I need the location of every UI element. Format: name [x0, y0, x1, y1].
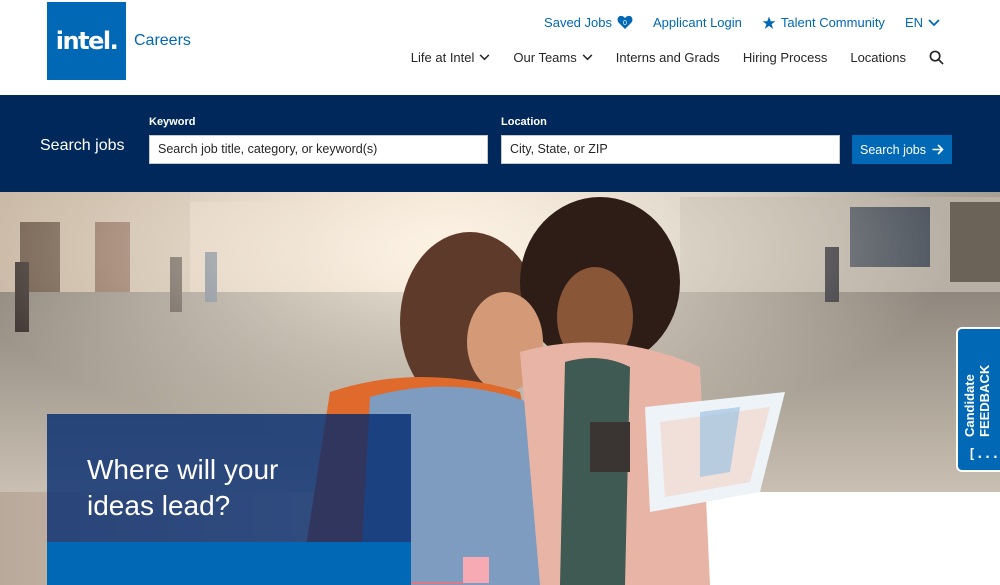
- feedback-icon: [...]: [968, 447, 1000, 462]
- location-input[interactable]: City, State, or ZIP: [501, 135, 840, 164]
- utility-nav: Saved Jobs 0 Applicant Login Talent Comm…: [544, 15, 940, 30]
- star-icon: [762, 16, 776, 29]
- feedback-line2: FEEDBACK: [977, 364, 992, 437]
- job-search-bar: Search jobs Keyword Search job title, ca…: [0, 95, 1000, 192]
- nav-label: Interns and Grads: [615, 50, 720, 65]
- hero-accent-bar: [47, 542, 411, 585]
- talent-community-label: Talent Community: [780, 15, 885, 30]
- nav-life-at-intel[interactable]: Life at Intel: [411, 50, 491, 65]
- search-jobs-button-label: Search jobs: [859, 142, 926, 157]
- saved-jobs-label: Saved Jobs: [544, 15, 612, 30]
- hero-title-line2: ideas lead?: [87, 490, 231, 521]
- search-jobs-button[interactable]: Search jobs: [852, 135, 952, 164]
- nav-our-teams[interactable]: Our Teams: [513, 50, 593, 65]
- nav-interns-and-grads[interactable]: Interns and Grads: [616, 50, 720, 65]
- chevron-down-icon: [479, 54, 490, 61]
- language-label: EN: [904, 15, 923, 30]
- language-selector[interactable]: EN: [905, 15, 940, 30]
- applicant-login-label: Applicant Login: [652, 15, 742, 30]
- chevron-down-icon: [582, 54, 593, 61]
- nav-label: Locations: [850, 50, 906, 65]
- location-label: Location: [501, 116, 547, 128]
- logo-text: intel.: [55, 27, 119, 55]
- feedback-label: Candidate FEEDBACK: [962, 365, 992, 437]
- site-header: intel. Careers Saved Jobs 0 Applicant Lo…: [0, 0, 1000, 95]
- feedback-line1: Candidate: [962, 374, 977, 437]
- nav-label: Our Teams: [513, 50, 577, 65]
- decorative-square: [463, 557, 489, 583]
- saved-jobs-count: 0: [623, 20, 627, 27]
- saved-jobs-link[interactable]: Saved Jobs 0: [544, 15, 633, 30]
- nav-label: Life at Intel: [410, 50, 475, 65]
- search-icon: [929, 50, 944, 65]
- arrow-right-icon: [932, 144, 944, 155]
- hero-title-line1: Where will your: [87, 454, 279, 485]
- heart-icon: 0: [617, 15, 633, 29]
- brand-careers[interactable]: Careers: [134, 32, 191, 50]
- keyword-input[interactable]: Search job title, category, or keyword(s…: [149, 135, 488, 164]
- keyword-label: Keyword: [149, 116, 196, 128]
- search-toggle-button[interactable]: [929, 50, 944, 65]
- hero-section: Where will your ideas lead?: [0, 192, 1000, 585]
- search-heading: Search jobs: [40, 137, 125, 154]
- hero-headline-card: Where will your ideas lead?: [47, 414, 411, 542]
- intel-logo[interactable]: intel.: [47, 2, 126, 80]
- nav-hiring-process[interactable]: Hiring Process: [743, 50, 828, 65]
- decorative-line: [411, 582, 463, 584]
- chevron-down-icon: [928, 18, 940, 26]
- applicant-login-link[interactable]: Applicant Login: [653, 15, 742, 30]
- nav-label: Hiring Process: [742, 50, 828, 65]
- candidate-feedback-tab[interactable]: Candidate FEEDBACK [...]: [956, 327, 1000, 472]
- talent-community-link[interactable]: Talent Community: [762, 15, 885, 30]
- main-nav: Life at Intel Our Teams Interns and Grad…: [411, 50, 944, 65]
- nav-locations[interactable]: Locations: [850, 50, 906, 65]
